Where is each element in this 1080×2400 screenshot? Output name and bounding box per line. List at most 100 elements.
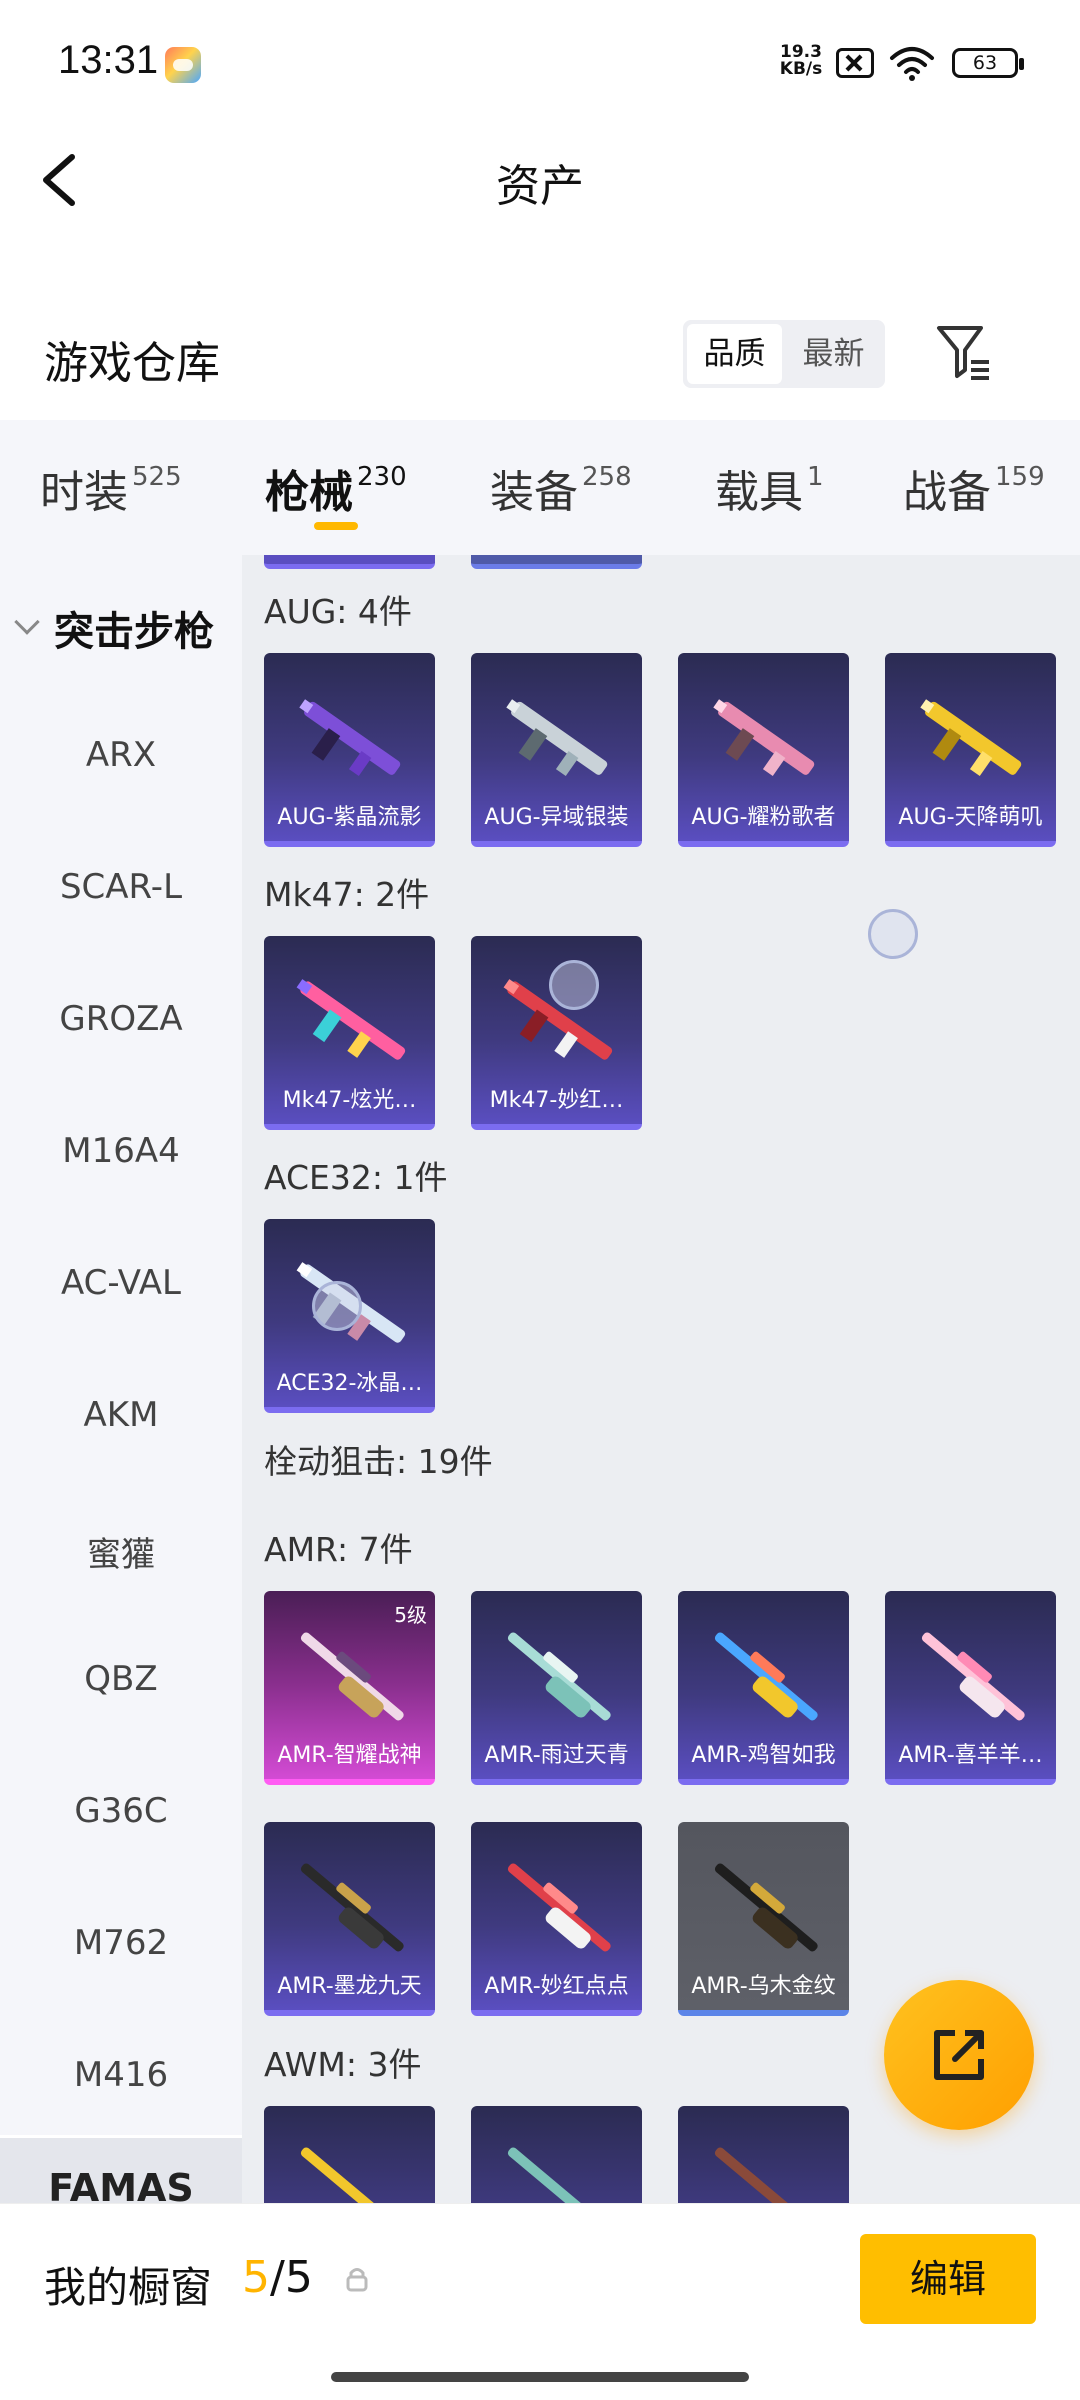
weapon-card[interactable]: AMR-喜羊羊… [885, 1591, 1056, 1785]
section-title-mk47: Mk47: 2件 [264, 875, 430, 914]
battery-icon: 63 [952, 48, 1024, 78]
weapon-card[interactable]: AMR-雨过天青 [471, 1591, 642, 1785]
section-title-awm: AWM: 3件 [264, 2045, 422, 2084]
sidebar-item-arx[interactable]: ARX [0, 735, 242, 775]
sidebar-item-m762[interactable]: M762 [0, 1923, 242, 1963]
sort-by-quality-button[interactable]: 品质 [687, 324, 782, 384]
weapon-card[interactable] [471, 555, 642, 569]
filter-icon [937, 326, 989, 380]
section-title-amr: AMR: 7件 [264, 1530, 413, 1569]
weapon-card[interactable] [264, 2106, 435, 2203]
rifle-icon [506, 699, 608, 776]
weapon-name: ACE32-冰晶… [276, 1371, 423, 1396]
weapon-card[interactable]: AMR-乌木金纹 [678, 1822, 849, 2016]
sidebar-item-ac-val[interactable]: AC-VAL [0, 1263, 242, 1303]
active-tab-indicator [314, 522, 358, 530]
touch-indicator [312, 1281, 362, 1331]
sidebar-item-qbz[interactable]: QBZ [0, 1659, 242, 1699]
status-bar: 13:31 19.3 KB/s 63 [0, 0, 1080, 130]
share-button[interactable] [884, 1980, 1034, 2130]
tab-combat-gear[interactable]: 战备 159 [903, 456, 1045, 518]
status-time: 13:31 [58, 38, 159, 82]
sidebar-group-label: 突击步枪 [54, 609, 214, 655]
weapon-card[interactable]: AUG-耀粉歌者 [678, 653, 849, 847]
tab-firearms[interactable]: 枪械 230 [265, 456, 407, 518]
sidebar-item-m16a4[interactable]: M16A4 [0, 1131, 242, 1171]
tab-label: 载具 [715, 467, 803, 518]
network-speed: 19.3 KB/s [776, 44, 826, 78]
sort-by-newest-button[interactable]: 最新 [786, 324, 881, 384]
wifi-icon [890, 47, 934, 81]
sniper-rifle-icon [507, 1632, 611, 1721]
weapon-type-sidebar: 突击步枪 ARX SCAR-L GROZA M16A4 AC-VAL AKM 蜜… [0, 555, 242, 2258]
weapon-card[interactable] [471, 2106, 642, 2203]
warehouse-title: 游戏仓库 [44, 338, 220, 389]
sidebar-item-akm[interactable]: AKM [0, 1395, 242, 1435]
tab-fashion[interactable]: 时装 525 [40, 456, 182, 518]
filter-button[interactable] [933, 320, 993, 384]
weapon-card[interactable]: AMR-墨龙九天 [264, 1822, 435, 2016]
showcase-total-count: /5 [270, 2252, 313, 2303]
weapon-card[interactable]: AMR-妙红点点 [471, 1822, 642, 2016]
weapon-name: AUG-紫晶流影 [277, 805, 422, 830]
showcase-count: 5/5 [242, 2252, 313, 2303]
home-indicator[interactable] [331, 2372, 749, 2382]
tab-label: 战备 [903, 467, 991, 518]
weapon-name: AMR-妙红点点 [484, 1974, 629, 1999]
sidebar-item-groza[interactable]: GROZA [0, 999, 242, 1039]
sidebar-item-scar-l[interactable]: SCAR-L [0, 867, 242, 907]
weapon-card[interactable]: ACE32-冰晶… [264, 1219, 435, 1413]
weapon-name: Mk47-炫光… [282, 1088, 417, 1113]
sniper-rifle-icon [714, 2147, 818, 2203]
weapon-card[interactable]: AMR-鸡智如我 [678, 1591, 849, 1785]
tab-count: 159 [995, 462, 1045, 492]
weapon-card[interactable] [264, 555, 435, 569]
rifle-icon [713, 699, 815, 776]
sniper-rifle-icon [300, 2147, 404, 2203]
showcase-label: 我的橱窗 [44, 2263, 213, 2312]
sidebar-group-assault-rifles[interactable]: 突击步枪 [0, 595, 242, 655]
weapon-card[interactable]: AUG-紫晶流影 [264, 653, 435, 847]
weapon-name: AUG-天降萌叽 [898, 805, 1043, 830]
network-speed-unit: KB/s [779, 59, 823, 79]
rifle-icon [296, 979, 406, 1060]
weapon-name: AMR-智耀战神 [277, 1743, 422, 1768]
weapon-card[interactable]: Mk47-妙红… [471, 936, 642, 1130]
section-title-bolt-action: 栓动狙击: 19件 [264, 1442, 493, 1481]
edit-button[interactable]: 编辑 [860, 2234, 1036, 2324]
weapon-card[interactable]: 5级 AMR-智耀战神 [264, 1591, 435, 1785]
weapon-name: Mk47-妙红… [489, 1088, 624, 1113]
game-app-icon [165, 47, 201, 83]
touch-indicator [549, 960, 599, 1010]
sniper-rifle-icon [300, 1632, 404, 1721]
section-title-ace32: ACE32: 1件 [264, 1158, 448, 1197]
weapon-name: AMR-墨龙九天 [277, 1974, 422, 1999]
tab-count: 1 [807, 462, 824, 492]
weapon-name: AMR-雨过天青 [484, 1743, 629, 1768]
sort-toggle: 品质 最新 [683, 320, 885, 388]
sidebar-item-g36c[interactable]: G36C [0, 1791, 242, 1831]
tab-vehicles[interactable]: 载具 1 [715, 456, 824, 518]
tab-count: 230 [357, 462, 407, 492]
tab-label: 装备 [490, 467, 578, 518]
tab-equipment[interactable]: 装备 258 [490, 456, 632, 518]
showcase-used-count: 5 [242, 2252, 270, 2303]
chevron-down-icon [14, 609, 40, 635]
tab-label: 时装 [40, 467, 128, 518]
weapon-grid: AUG: 4件 AUG-紫晶流影 AUG-异域银装 AUG-耀粉歌者 AUG-天… [242, 555, 1080, 2203]
weapon-name: AMR-喜羊羊… [898, 1743, 1043, 1768]
tab-label: 枪械 [265, 467, 353, 518]
share-icon [934, 2030, 984, 2080]
sniper-rifle-icon [300, 1863, 404, 1952]
weapon-card[interactable]: AUG-异域银装 [471, 653, 642, 847]
tab-count: 258 [582, 462, 632, 492]
sidebar-item-honey-badger[interactable]: 蜜獾 [0, 1527, 242, 1576]
sniper-rifle-icon [921, 1632, 1025, 1721]
rifle-icon [299, 699, 401, 776]
weapon-card[interactable]: Mk47-炫光… [264, 936, 435, 1130]
sidebar-item-m416[interactable]: M416 [0, 2055, 242, 2095]
weapon-card[interactable] [678, 2106, 849, 2203]
weapon-card[interactable]: AUG-天降萌叽 [885, 653, 1056, 847]
weapon-name: AMR-乌木金纹 [691, 1974, 836, 1999]
sniper-rifle-icon [507, 1863, 611, 1952]
